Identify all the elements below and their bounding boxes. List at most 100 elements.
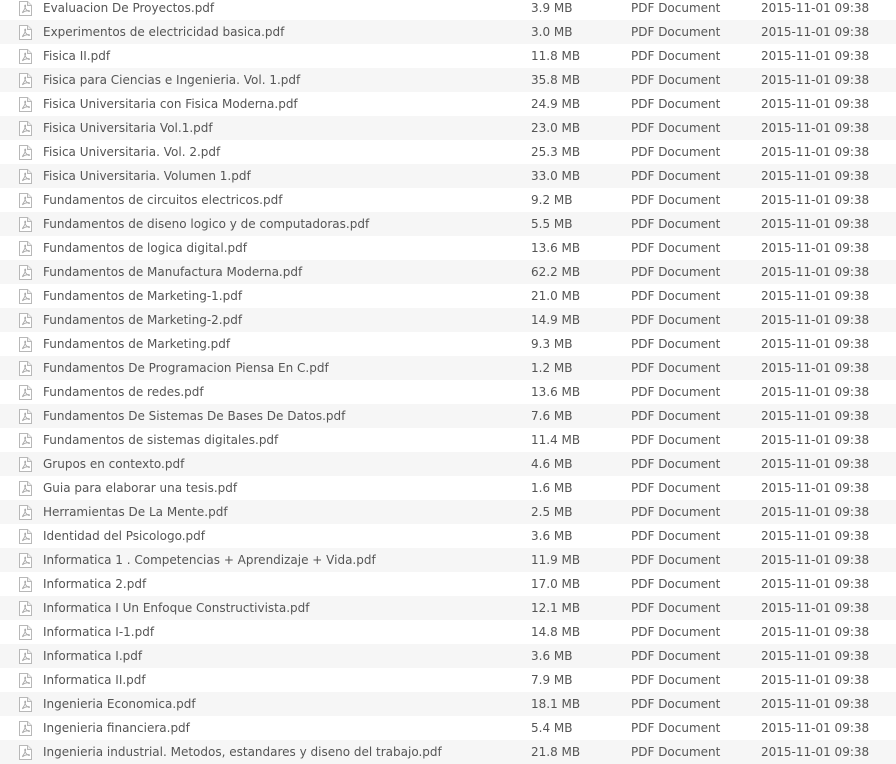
file-modified: 2015-11-01 09:38 <box>761 337 870 351</box>
file-name[interactable]: Fundamentos de redes.pdf <box>43 380 513 404</box>
file-row[interactable]: Fisica Universitaria. Vol. 2.pdf 25.3 MB… <box>0 140 896 164</box>
file-name[interactable]: Guia para elaborar una tesis.pdf <box>43 476 513 500</box>
file-row[interactable]: Grupos en contexto.pdf 4.6 MB PDF Docume… <box>0 452 896 476</box>
pdf-file-icon <box>19 265 32 280</box>
file-name[interactable]: Fundamentos de Marketing-2.pdf <box>43 308 513 332</box>
pdf-file-icon <box>19 169 32 184</box>
file-row[interactable]: Informatica 1 . Competencias + Aprendiza… <box>0 548 896 572</box>
file-row[interactable]: Informatica I-1.pdf 14.8 MB PDF Document… <box>0 620 896 644</box>
file-size: 3.6 MB <box>531 529 573 543</box>
file-row[interactable]: Ingenieria Economica.pdf 18.1 MB PDF Doc… <box>0 692 896 716</box>
file-row[interactable]: Herramientas De La Mente.pdf 2.5 MB PDF … <box>0 500 896 524</box>
file-row[interactable]: Fundamentos de sistemas digitales.pdf 11… <box>0 428 896 452</box>
file-type: PDF Document <box>631 457 721 471</box>
file-row[interactable]: Guia para elaborar una tesis.pdf 1.6 MB … <box>0 476 896 500</box>
file-name[interactable]: Fundamentos De Programacion Piensa En C.… <box>43 356 513 380</box>
file-name[interactable]: Fisica Universitaria con Fisica Moderna.… <box>43 92 513 116</box>
file-modified: 2015-11-01 09:38 <box>761 649 870 663</box>
file-row[interactable]: Informatica I.pdf 3.6 MB PDF Document 20… <box>0 644 896 668</box>
file-row[interactable]: Fisica Universitaria. Volumen 1.pdf 33.0… <box>0 164 896 188</box>
file-name[interactable]: Ingenieria financiera.pdf <box>43 716 513 740</box>
pdf-file-icon <box>19 529 32 544</box>
file-name[interactable]: Fisica Universitaria Vol.1.pdf <box>43 116 513 140</box>
file-row[interactable]: Fundamentos de Marketing-2.pdf 14.9 MB P… <box>0 308 896 332</box>
file-type: PDF Document <box>631 745 721 759</box>
pdf-file-icon <box>19 337 32 352</box>
file-size: 9.3 MB <box>531 337 573 351</box>
file-row[interactable]: Identidad del Psicologo.pdf 3.6 MB PDF D… <box>0 524 896 548</box>
file-row[interactable]: Fundamentos de circuitos electricos.pdf … <box>0 188 896 212</box>
file-name[interactable]: Fundamentos de circuitos electricos.pdf <box>43 188 513 212</box>
file-name[interactable]: Fundamentos de logica digital.pdf <box>43 236 513 260</box>
file-type: PDF Document <box>631 385 721 399</box>
file-row[interactable]: Informatica II.pdf 7.9 MB PDF Document 2… <box>0 668 896 692</box>
file-name[interactable]: Ingenieria industrial. Metodos, estandar… <box>43 740 513 764</box>
file-name[interactable]: Fundamentos de Manufactura Moderna.pdf <box>43 260 513 284</box>
file-name[interactable]: Fundamentos de Marketing-1.pdf <box>43 284 513 308</box>
file-row[interactable]: Fisica Universitaria con Fisica Moderna.… <box>0 92 896 116</box>
file-size: 13.6 MB <box>531 385 581 399</box>
file-row[interactable]: Ingenieria financiera.pdf 5.4 MB PDF Doc… <box>0 716 896 740</box>
file-row[interactable]: Evaluacion De Proyectos.pdf 3.9 MB PDF D… <box>0 0 896 20</box>
file-name[interactable]: Fisica para Ciencias e Ingenieria. Vol. … <box>43 68 513 92</box>
file-row[interactable]: Fisica para Ciencias e Ingenieria. Vol. … <box>0 68 896 92</box>
file-name[interactable]: Evaluacion De Proyectos.pdf <box>43 0 513 20</box>
pdf-file-icon <box>19 745 32 760</box>
file-name[interactable]: Fundamentos De Sistemas De Bases De Dato… <box>43 404 513 428</box>
file-type: PDF Document <box>631 409 721 423</box>
file-row[interactable]: Fundamentos De Programacion Piensa En C.… <box>0 356 896 380</box>
file-row[interactable]: Informatica I Un Enfoque Constructivista… <box>0 596 896 620</box>
file-name[interactable]: Informatica 2.pdf <box>43 572 513 596</box>
file-size: 5.4 MB <box>531 721 573 735</box>
file-name[interactable]: Grupos en contexto.pdf <box>43 452 513 476</box>
file-name[interactable]: Fisica Universitaria. Volumen 1.pdf <box>43 164 513 188</box>
file-name[interactable]: Experimentos de electricidad basica.pdf <box>43 20 513 44</box>
file-type: PDF Document <box>631 577 721 591</box>
pdf-file-icon <box>19 145 32 160</box>
file-size: 18.1 MB <box>531 697 581 711</box>
file-modified: 2015-11-01 09:38 <box>761 49 870 63</box>
file-name[interactable]: Informatica I.pdf <box>43 644 513 668</box>
file-row[interactable]: Fundamentos de logica digital.pdf 13.6 M… <box>0 236 896 260</box>
file-name[interactable]: Informatica 1 . Competencias + Aprendiza… <box>43 548 513 572</box>
file-modified: 2015-11-01 09:38 <box>761 313 870 327</box>
file-type: PDF Document <box>631 25 721 39</box>
file-name[interactable]: Fundamentos de diseno logico y de comput… <box>43 212 513 236</box>
file-row[interactable]: Fundamentos de Manufactura Moderna.pdf 6… <box>0 260 896 284</box>
file-row[interactable]: Informatica 2.pdf 17.0 MB PDF Document 2… <box>0 572 896 596</box>
file-row[interactable]: Fisica II.pdf 11.8 MB PDF Document 2015-… <box>0 44 896 68</box>
file-modified: 2015-11-01 09:38 <box>761 625 870 639</box>
file-row[interactable]: Fundamentos de Marketing.pdf 9.3 MB PDF … <box>0 332 896 356</box>
pdf-file-icon <box>19 217 32 232</box>
file-name[interactable]: Herramientas De La Mente.pdf <box>43 500 513 524</box>
file-name[interactable]: Fundamentos de sistemas digitales.pdf <box>43 428 513 452</box>
file-name[interactable]: Informatica I Un Enfoque Constructivista… <box>43 596 513 620</box>
pdf-file-icon <box>19 673 32 688</box>
file-modified: 2015-11-01 09:38 <box>761 121 870 135</box>
file-modified: 2015-11-01 09:38 <box>761 1 870 15</box>
pdf-file-icon <box>19 625 32 640</box>
file-row[interactable]: Experimentos de electricidad basica.pdf … <box>0 20 896 44</box>
file-row[interactable]: Fundamentos de diseno logico y de comput… <box>0 212 896 236</box>
file-modified: 2015-11-01 09:38 <box>761 745 870 759</box>
file-name[interactable]: Identidad del Psicologo.pdf <box>43 524 513 548</box>
pdf-file-icon <box>19 721 32 736</box>
pdf-file-icon <box>19 433 32 448</box>
file-row[interactable]: Fundamentos de redes.pdf 13.6 MB PDF Doc… <box>0 380 896 404</box>
file-type: PDF Document <box>631 313 721 327</box>
file-type: PDF Document <box>631 529 721 543</box>
file-row[interactable]: Ingenieria industrial. Metodos, estandar… <box>0 740 896 764</box>
file-row[interactable]: Fundamentos De Sistemas De Bases De Dato… <box>0 404 896 428</box>
file-row[interactable]: Fisica Universitaria Vol.1.pdf 23.0 MB P… <box>0 116 896 140</box>
file-type: PDF Document <box>631 265 721 279</box>
file-name[interactable]: Fisica II.pdf <box>43 44 513 68</box>
file-size: 3.0 MB <box>531 25 573 39</box>
file-row[interactable]: Fundamentos de Marketing-1.pdf 21.0 MB P… <box>0 284 896 308</box>
file-name[interactable]: Informatica I-1.pdf <box>43 620 513 644</box>
file-name[interactable]: Informatica II.pdf <box>43 668 513 692</box>
pdf-file-icon <box>19 97 32 112</box>
file-size: 7.9 MB <box>531 673 573 687</box>
file-name[interactable]: Ingenieria Economica.pdf <box>43 692 513 716</box>
file-name[interactable]: Fisica Universitaria. Vol. 2.pdf <box>43 140 513 164</box>
file-name[interactable]: Fundamentos de Marketing.pdf <box>43 332 513 356</box>
